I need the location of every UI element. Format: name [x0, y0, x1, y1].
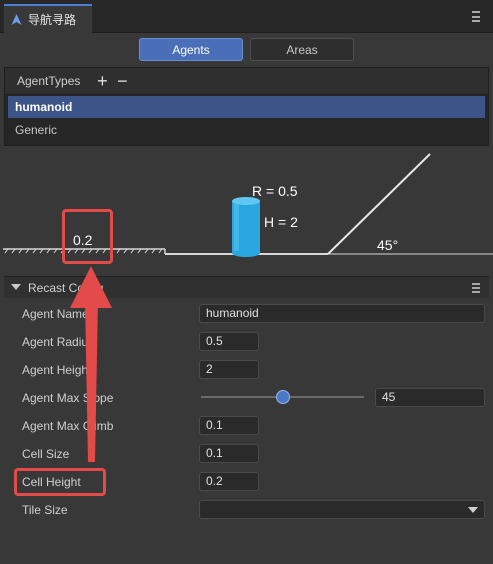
cell-height-input[interactable]: 0.2 — [199, 472, 259, 491]
agent-type-item-humanoid[interactable]: humanoid — [8, 96, 485, 118]
navigation-icon — [11, 14, 22, 25]
section-menu-icon[interactable] — [472, 283, 480, 293]
radius-label: R = 0.5 — [252, 183, 298, 199]
annotation-box-step — [62, 209, 113, 264]
agent-cylinder-icon — [232, 197, 260, 257]
collapse-arrow-icon[interactable] — [11, 284, 21, 290]
panel-tab[interactable]: 导航寻路 — [4, 4, 92, 33]
section-title: Recast Config — [28, 280, 104, 295]
agent-type-item-generic[interactable]: Generic — [8, 119, 485, 141]
prop-label-tile-size: Tile Size — [22, 503, 68, 517]
cell-size-input[interactable]: 0.1 — [199, 444, 259, 463]
agent-max-slope-input[interactable]: 45 — [375, 388, 485, 407]
remove-agent-type-button[interactable]: − — [114, 72, 130, 90]
annotation-box-cell-height — [14, 468, 106, 496]
slope-angle-label: 45° — [377, 237, 398, 253]
agent-max-climb-input[interactable]: 0.1 — [199, 416, 259, 435]
max-slope-slider-handle[interactable] — [275, 390, 290, 404]
tab-areas[interactable]: Areas — [250, 38, 354, 61]
prop-label-agent-name: Agent Name — [22, 307, 89, 321]
prop-label-cell-size: Cell Size — [22, 447, 70, 461]
agent-types-list: humanoid Generic — [4, 94, 489, 146]
agent-types-title: AgentTypes — [17, 74, 81, 88]
agent-name-input[interactable]: humanoid — [199, 304, 485, 323]
recast-config-header[interactable]: Recast Config — [4, 276, 489, 298]
agent-types-header: AgentTypes + − — [4, 67, 489, 94]
height-label: H = 2 — [264, 214, 298, 230]
prop-label-agent-radius: Agent Radius — [22, 335, 95, 349]
prop-label-agent-height: Agent Height — [22, 363, 92, 377]
panel-menu-icon[interactable] — [472, 11, 480, 22]
prop-label-agent-max-slope: Agent Max Slope — [22, 391, 114, 405]
add-agent-type-button[interactable]: + — [94, 72, 110, 90]
prop-label-agent-max-climb: Agent Max Climb — [22, 419, 114, 433]
panel-tab-title: 导航寻路 — [28, 13, 77, 27]
agent-height-input[interactable]: 2 — [199, 360, 259, 379]
panel-titlebar: 导航寻路 — [0, 0, 493, 33]
agent-radius-input[interactable]: 0.5 — [199, 332, 259, 351]
chevron-down-icon — [468, 507, 478, 513]
tile-size-dropdown[interactable] — [199, 500, 485, 519]
tab-agents[interactable]: Agents — [139, 38, 243, 61]
